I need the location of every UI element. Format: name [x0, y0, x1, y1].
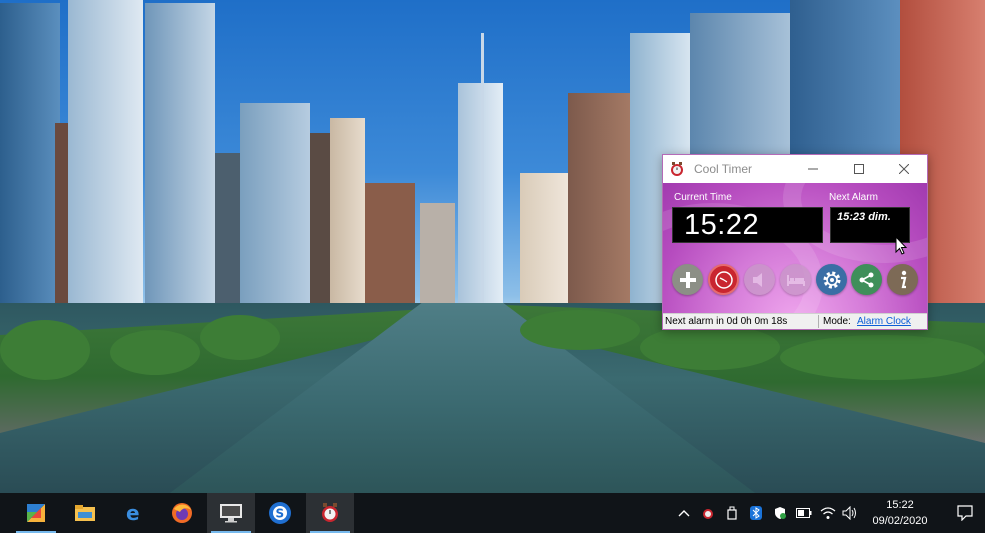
- taskbar-app-start[interactable]: [12, 493, 60, 533]
- current-time-label: Current Time: [674, 192, 732, 203]
- close-button[interactable]: [881, 155, 927, 183]
- mode-link[interactable]: Alarm Clock: [857, 316, 911, 327]
- sound-button[interactable]: [744, 264, 775, 295]
- file-explorer-icon: [75, 505, 95, 521]
- minimize-button[interactable]: [790, 155, 836, 183]
- tray-battery[interactable]: [796, 505, 812, 521]
- gear-icon: [823, 271, 840, 288]
- action-center-button[interactable]: [944, 493, 985, 533]
- tray-defender[interactable]: [772, 505, 788, 521]
- taskbar-app-file-explorer[interactable]: [61, 493, 109, 533]
- tray-usb[interactable]: [724, 505, 740, 521]
- shield-icon: [775, 507, 786, 519]
- usb-drive-icon: [727, 506, 737, 520]
- volume-icon: [842, 506, 856, 520]
- cool-timer-window: Cool Timer Current Time Next Alarm 15:22…: [662, 154, 928, 330]
- tray-cool-timer[interactable]: [700, 505, 716, 521]
- next-alarm-value: 15:23 dim.: [837, 211, 891, 223]
- wifi-icon: [820, 507, 836, 519]
- taskbar-app-edge[interactable]: e: [110, 493, 158, 533]
- share-icon: [859, 272, 873, 287]
- close-icon: [899, 164, 909, 174]
- current-time-value: 15:22: [684, 209, 760, 241]
- info-button[interactable]: [887, 264, 918, 295]
- maximize-button[interactable]: [836, 155, 882, 183]
- status-bar: Next alarm in 0d 0h 0m 18s Mode: Alarm C…: [663, 313, 927, 329]
- status-divider: [818, 315, 819, 328]
- taskbar-clock[interactable]: 15:22 09/02/2020: [858, 497, 942, 529]
- svg-text:e: e: [126, 502, 140, 524]
- battery-icon: [796, 508, 812, 518]
- cool-timer-app-icon: [671, 162, 683, 176]
- taskbar-app-desktop[interactable]: [207, 493, 255, 533]
- mouse-cursor-icon: [895, 236, 908, 255]
- tray-volume[interactable]: [842, 505, 858, 521]
- tray-network[interactable]: [820, 505, 836, 521]
- clock-date: 09/02/2020: [872, 515, 928, 527]
- tray-overflow-chevron[interactable]: [676, 505, 692, 521]
- snooze-button[interactable]: [780, 264, 811, 295]
- chevron-up-icon: [678, 510, 690, 517]
- maximize-icon: [854, 164, 864, 174]
- taskbar-app-sync[interactable]: S: [256, 493, 304, 533]
- info-icon: [900, 270, 906, 288]
- current-time-display: 15:22: [672, 207, 823, 243]
- minimize-icon: [808, 168, 818, 170]
- alarm-clock-icon: [714, 270, 733, 289]
- tray-bluetooth[interactable]: [748, 505, 764, 521]
- mode-label: Mode:: [823, 316, 851, 327]
- start-icon: [27, 504, 45, 522]
- window-title: Cool Timer: [694, 162, 753, 176]
- alarm-clock-button[interactable]: [708, 264, 739, 295]
- clock-time: 15:22: [886, 499, 914, 511]
- svg-text:S: S: [276, 507, 285, 521]
- title-bar[interactable]: Cool Timer: [663, 155, 927, 183]
- cool-timer-taskbar-icon: [322, 503, 338, 522]
- next-alarm-label: Next Alarm: [829, 192, 878, 203]
- sound-icon: [752, 272, 762, 287]
- desktop-app-icon: [220, 504, 242, 523]
- timer-panel: Current Time Next Alarm 15:22 15:23 dim.: [663, 183, 927, 313]
- notification-icon: [956, 505, 973, 521]
- snooze-bed-icon: [786, 274, 805, 286]
- taskbar-app-cool-timer[interactable]: [306, 493, 354, 533]
- share-button[interactable]: [851, 264, 882, 295]
- next-alarm-countdown: Next alarm in 0d 0h 0m 18s: [665, 316, 788, 327]
- taskbar: e S 15:22 09/02/2020: [0, 493, 985, 533]
- settings-button[interactable]: [816, 264, 847, 295]
- add-icon: [679, 271, 696, 288]
- cool-timer-tray-icon: [703, 509, 713, 519]
- add-alarm-button[interactable]: [672, 264, 703, 295]
- taskbar-app-firefox[interactable]: [158, 493, 206, 533]
- sync-app-icon: S: [269, 502, 291, 524]
- edge-icon: e: [126, 502, 140, 524]
- firefox-icon: [172, 503, 192, 523]
- bluetooth-icon: [750, 506, 762, 520]
